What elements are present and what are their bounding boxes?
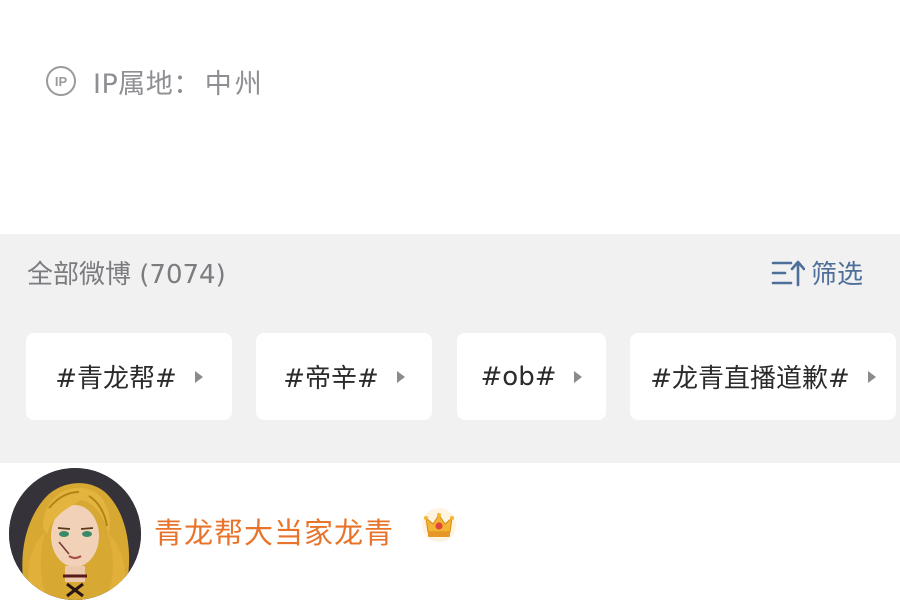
filter-label: 筛选 (810, 260, 863, 290)
chevron-right-icon (867, 370, 876, 383)
hashtag-label: #龙青直播道歉# (650, 364, 850, 394)
feed-header-section: 全部微博 (7074) 筛选 #青龙帮# #帝辛# #ob# #龙青直播道歉# (0, 234, 900, 463)
ip-location-label: IP属地： (93, 68, 201, 100)
author-name[interactable]: 青龙帮大当家龙青 (154, 510, 394, 552)
hashtag-label: #ob# (480, 361, 557, 392)
hashtag-chip-apology[interactable]: #龙青直播道歉# (630, 333, 896, 420)
post-card: 青龙帮大当家龙青 (0, 463, 900, 607)
hashtag-label: #青龙帮# (55, 364, 177, 394)
feed-count-title: 全部微博 (7074) (27, 260, 226, 290)
hashtag-chip-dixin[interactable]: #帝辛# (256, 333, 432, 420)
chevron-right-icon (396, 370, 405, 383)
chevron-right-icon (194, 370, 203, 383)
avatar[interactable] (9, 468, 141, 600)
ip-icon: IP (46, 66, 76, 96)
hashtag-chip-qinglongbang[interactable]: #青龙帮# (26, 333, 232, 420)
avatar-portrait-icon (9, 468, 141, 600)
filter-sort-icon (771, 260, 805, 286)
hashtag-label: #帝辛# (283, 364, 379, 394)
chevron-right-icon (574, 370, 583, 383)
hashtag-chip-ob[interactable]: #ob# (457, 333, 606, 420)
crown-icon (422, 508, 456, 542)
ip-location-row: IP IP属地： 中州 (46, 62, 265, 100)
filter-button[interactable]: 筛选 (771, 254, 863, 291)
ip-location-value: 中州 (204, 68, 265, 100)
